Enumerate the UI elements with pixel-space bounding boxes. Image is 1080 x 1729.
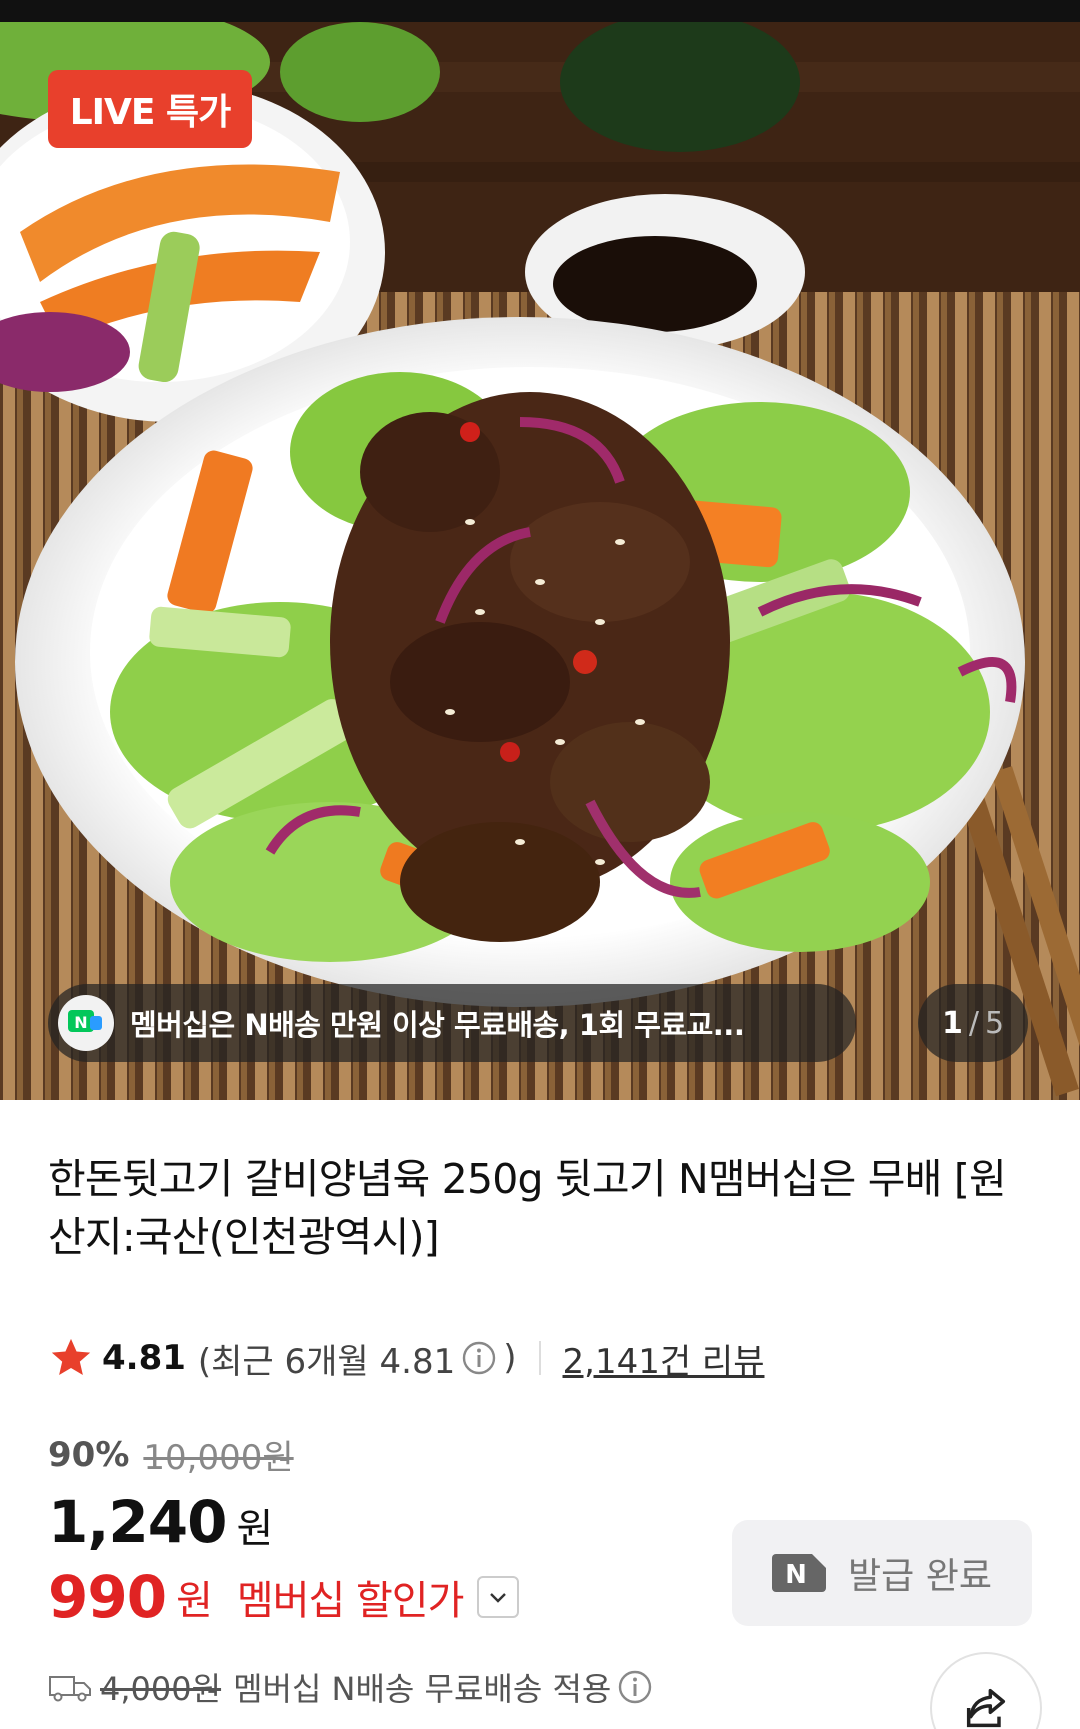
info-icon[interactable] <box>617 1669 653 1705</box>
star-icon <box>51 1338 91 1376</box>
live-deal-badge: LIVE 특가 <box>48 70 252 148</box>
image-pager: 1 / 5 <box>918 984 1028 1062</box>
member-price-expand-button[interactable] <box>477 1576 520 1618</box>
coupon-icon-text: N <box>785 1560 807 1590</box>
member-price-unit: 원 <box>176 1578 213 1624</box>
chevron-down-icon <box>490 1593 507 1603</box>
pager-current: 1 <box>941 1005 963 1041</box>
product-photo <box>0 22 1080 1100</box>
discount-row: 90% 10,000원 <box>48 1430 294 1479</box>
original-shipping-fee: 4,000원 <box>100 1670 222 1708</box>
info-icon[interactable] <box>461 1340 497 1376</box>
svg-text:N: N <box>74 1013 87 1032</box>
notice-text: 멤버십은 N배송 만원 이상 무료배송, 1회 무료교... <box>130 1008 745 1042</box>
naver-delivery-icon: N <box>58 995 114 1051</box>
review-count-link[interactable]: 2,141건 리뷰 <box>563 1334 765 1383</box>
naver-n-icon: N <box>772 1554 827 1592</box>
share-button[interactable] <box>930 1652 1042 1729</box>
truck-icon <box>49 1676 91 1702</box>
recent-rating-close: ) <box>503 1338 517 1378</box>
divider <box>538 1341 541 1375</box>
sale-price-row: 1,240 원 <box>48 1488 273 1556</box>
sale-price: 1,240 <box>48 1488 227 1556</box>
member-price-label: 멤버십 할인가 <box>236 1578 465 1624</box>
coupon-label: 발급 완료 <box>848 1556 992 1597</box>
product-title: 한돈뒷고기 갈비양념육 250g 뒷고기 N맴버십은 무배 [원산지:국산(인천… <box>48 1155 1007 1261</box>
coupon-issued-button[interactable]: N 발급 완료 <box>732 1520 1032 1626</box>
delivery-row: 4,000원 멤버십 N배송 무료배송 적용 <box>48 1664 653 1710</box>
sale-price-unit: 원 <box>236 1506 274 1552</box>
share-icon <box>966 1688 1006 1728</box>
delivery-text: 멤버십 N배송 무료배송 적용 <box>233 1670 612 1708</box>
membership-notice-banner[interactable]: N 멤버십은 N배송 만원 이상 무료배송, 1회 무료교... <box>48 984 856 1062</box>
member-price-row: 990 원 멤버십 할인가 <box>48 1563 520 1631</box>
pager-separator: / <box>968 1005 979 1041</box>
rating-row: 4.81 (최근 6개월 4.81 ) 2,141건 리뷰 <box>48 1330 764 1386</box>
discount-rate: 90% <box>48 1434 130 1475</box>
rating-score: 4.81 <box>102 1338 186 1378</box>
member-price: 990 <box>48 1563 167 1631</box>
pager-total: 5 <box>984 1005 1005 1041</box>
recent-rating: (최근 6개월 4.81 ) <box>198 1334 517 1383</box>
original-price: 10,000원 <box>143 1438 294 1478</box>
status-bar <box>0 0 1080 22</box>
recent-rating-text: (최근 6개월 4.81 <box>197 1341 456 1382</box>
product-image-carousel[interactable]: LIVE 특가 N 멤버십은 N배송 만원 이상 무료배송, 1회 무료교...… <box>0 22 1080 1100</box>
